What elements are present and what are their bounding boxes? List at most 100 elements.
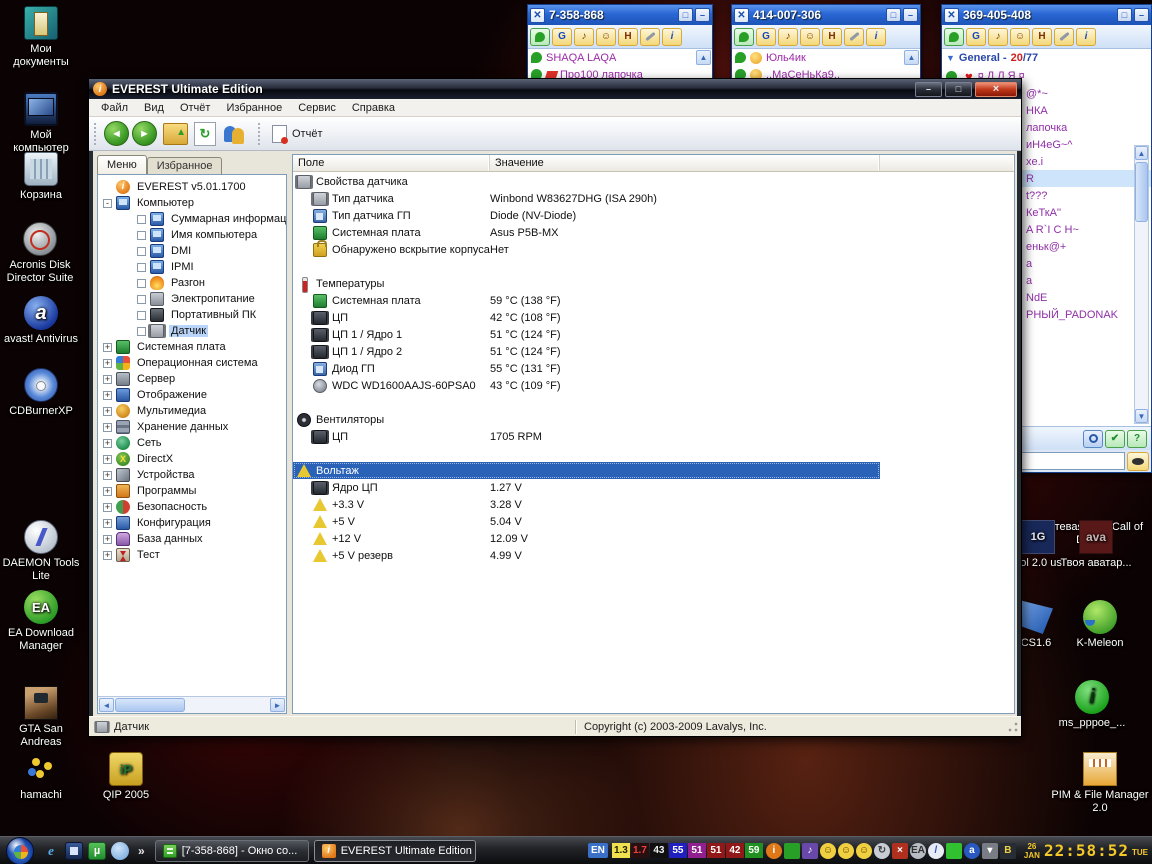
minimize-icon[interactable]: –	[1134, 8, 1149, 22]
tree-item[interactable]: Тест	[98, 547, 286, 563]
tree-item[interactable]: Мультимедиа	[98, 403, 286, 419]
sensor-tray-value[interactable]: 43	[650, 843, 668, 858]
taskbar-button-everest[interactable]: i EVEREST Ultimate Edition	[314, 840, 476, 862]
tree-item[interactable]: Отображение	[98, 387, 286, 403]
sensor-row[interactable]: Системная плата 59 °C (138 °F)	[293, 292, 1014, 309]
tab-menu[interactable]: Меню	[97, 155, 147, 174]
tree-expand-toggle[interactable]	[103, 535, 112, 544]
maximize-icon[interactable]: □	[886, 8, 901, 22]
tree-item[interactable]: Безопасность	[98, 499, 286, 515]
sensor-row[interactable]: Ядро ЦП 1.27 V	[293, 479, 1014, 496]
close-icon[interactable]: ✕	[944, 8, 959, 23]
desktop-icon[interactable]: avast! Antivirus	[1, 296, 81, 346]
sensor-row[interactable]: Вольтаж	[293, 462, 880, 479]
contact-item[interactable]: SHAQA LAQA	[528, 49, 712, 66]
tree-expand-toggle[interactable]	[103, 423, 112, 432]
tree-item[interactable]: Электропитание	[98, 291, 286, 307]
menu-item[interactable]: Избранное	[218, 102, 290, 114]
help-button[interactable]: ?	[1127, 430, 1147, 448]
status-clover-button[interactable]	[944, 28, 964, 46]
desktop-icon[interactable]: PIM & File Manager 2.0	[1050, 752, 1150, 815]
tree-expand-toggle[interactable]	[103, 343, 112, 352]
history-button[interactable]	[756, 28, 776, 46]
back-button[interactable]: ◄	[104, 121, 129, 146]
up-folder-button[interactable]	[163, 123, 188, 145]
wrench-button[interactable]	[1054, 28, 1074, 46]
tray-icon[interactable]: ×	[892, 843, 908, 859]
tree-expand-toggle[interactable]	[137, 295, 146, 304]
sensor-row[interactable]	[293, 445, 1014, 462]
users-button[interactable]	[222, 122, 248, 146]
tree-expand-toggle[interactable]	[137, 311, 146, 320]
tree-expand-toggle[interactable]	[137, 263, 146, 272]
tree-expand-toggle[interactable]	[103, 391, 112, 400]
menu-item[interactable]: Вид	[136, 102, 172, 114]
qip-titlebar[interactable]: ✕ 7-358-868 □ –	[528, 5, 712, 25]
tree-item[interactable]: Программы	[98, 483, 286, 499]
tree-expand-toggle[interactable]	[103, 487, 112, 496]
tree-item[interactable]: DirectX	[98, 451, 286, 467]
forward-button[interactable]: ►	[132, 121, 157, 146]
tree-item[interactable]: Конфигурация	[98, 515, 286, 531]
column-header-value[interactable]: Значение	[490, 155, 880, 171]
maximize-icon[interactable]: □	[945, 82, 972, 97]
desktop-icon[interactable]: DAEMON Tools Lite	[1, 520, 81, 583]
scrollbar-thumb[interactable]	[115, 698, 185, 712]
maximize-icon[interactable]: □	[1117, 8, 1132, 22]
maximize-icon[interactable]: □	[678, 8, 693, 22]
sensor-row[interactable]: Тип датчика Winbond W83627DHG (ISA 290h)	[293, 190, 1014, 207]
tree-item[interactable]: База данных	[98, 531, 286, 547]
contact-group-header[interactable]: ▼ General - 20 /77	[942, 49, 1151, 67]
tree-expand-toggle[interactable]	[103, 551, 112, 560]
internet-explorer-quicklaunch-icon[interactable]: e	[42, 842, 60, 860]
notes-button[interactable]: ✔	[1105, 430, 1125, 448]
desktop-icon[interactable]: K-Meleon	[1058, 600, 1142, 650]
sensor-row[interactable]: +5 V 5.04 V	[293, 513, 1014, 530]
close-icon[interactable]: ×	[975, 82, 1017, 97]
sensor-tray-value[interactable]: 55	[669, 843, 687, 858]
tree-horizontal-scrollbar[interactable]: ◄ ►	[98, 696, 286, 713]
tree-expand-toggle[interactable]	[103, 407, 112, 416]
h-button[interactable]	[822, 28, 842, 46]
desktop-icon[interactable]: hamachi	[1, 752, 81, 802]
sensor-row[interactable]: WDC WD1600AAJS-60PSA0 43 °C (109 °F)	[293, 377, 1014, 394]
tray-icon[interactable]: ☺	[838, 843, 854, 859]
tray-icon[interactable]: i	[766, 843, 782, 859]
toolbar-grip[interactable]	[258, 123, 260, 145]
sensor-row[interactable]	[293, 394, 1014, 411]
sensor-tray-value[interactable]: 59	[745, 843, 763, 858]
tree-item[interactable]: IPMI	[98, 259, 286, 275]
tree-expand-toggle[interactable]	[103, 359, 112, 368]
desktop-icon[interactable]: Acronis Disk Director Suite	[0, 222, 80, 285]
tray-icon[interactable]: ↻	[874, 843, 890, 859]
desktop-icon[interactable]: CDBurnerXP	[1, 368, 81, 418]
contacts-button[interactable]	[800, 28, 820, 46]
sensor-row[interactable]: ЦП 1705 RPM	[293, 428, 1014, 445]
sensor-row[interactable]: Свойства датчика	[293, 173, 1014, 190]
sensor-row[interactable]	[293, 258, 1014, 275]
resize-grip[interactable]	[1007, 721, 1019, 733]
tree-item[interactable]: Операционная система	[98, 355, 286, 371]
desktop-icon[interactable]: ms_pppoe_...	[1040, 680, 1144, 730]
sensor-row[interactable]: +5 V резерв 4.99 V	[293, 547, 1014, 564]
sensor-tray-value[interactable]: 51	[688, 843, 706, 858]
minimize-icon[interactable]: –	[903, 8, 918, 22]
desktop-icon[interactable]: GTA San Andreas	[1, 686, 81, 749]
sensor-row[interactable]: Температуры	[293, 275, 1014, 292]
tray-icon[interactable]: B	[1000, 843, 1016, 859]
tray-icon[interactable]: EA	[910, 843, 926, 859]
sensor-tray-value[interactable]: 51	[707, 843, 725, 858]
tree-expand-toggle[interactable]	[137, 247, 146, 256]
tree-item[interactable]: DMI	[98, 243, 286, 259]
everest-titlebar[interactable]: i EVEREST Ultimate Edition – □ ×	[89, 79, 1021, 99]
menu-item[interactable]: Сервис	[290, 102, 344, 114]
tree-item[interactable]: Устройства	[98, 467, 286, 483]
close-icon[interactable]: ✕	[530, 8, 545, 23]
desktop-icon[interactable]: Мой компьютер	[1, 92, 81, 155]
scroll-up-icon[interactable]: ▲	[904, 50, 919, 65]
contact-list-scrollbar[interactable]: ▲ ▼	[1134, 145, 1149, 424]
sound-button[interactable]	[778, 28, 798, 46]
tree-expand-toggle[interactable]	[103, 455, 112, 464]
info-button[interactable]	[866, 28, 886, 46]
sensor-row[interactable]: ЦП 1 / Ядро 2 51 °C (124 °F)	[293, 343, 1014, 360]
